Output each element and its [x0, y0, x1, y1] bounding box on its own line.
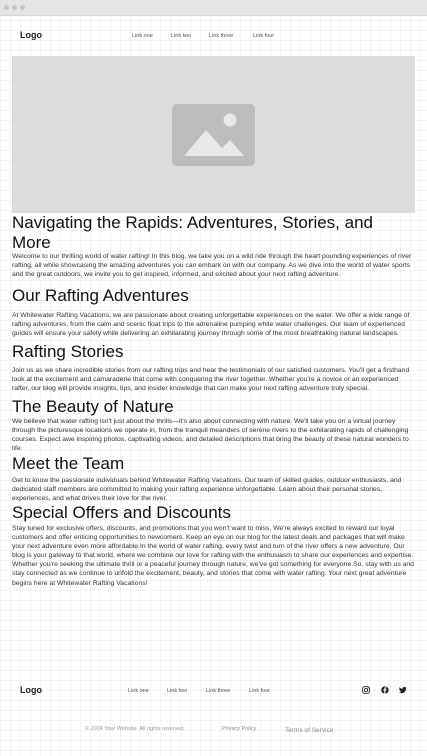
section-heading-stories: Rafting Stories — [12, 341, 124, 361]
site-header: Logo Link one Link two Link three Link f… — [0, 23, 427, 49]
footer-link-one[interactable]: Link one — [128, 688, 149, 694]
article-title: Navigating the Rapids: Adventures, Stori… — [12, 213, 373, 252]
section-heading-team: Meet the Team — [12, 454, 125, 474]
header-link-one[interactable]: Link one — [132, 33, 153, 39]
header-link-three[interactable]: Link three — [209, 33, 233, 39]
image-placeholder-icon — [172, 104, 255, 166]
header-logo[interactable]: Logo — [20, 30, 42, 40]
section-heading-nature: The Beauty of Nature — [12, 397, 174, 417]
footer-link-three[interactable]: Link three — [206, 688, 230, 694]
section-body-team: Get to know the passionate individuals b… — [12, 476, 402, 502]
window-dot-icon — [4, 5, 9, 10]
section-body-offers: Stay tuned for exclusive offers, discoun… — [12, 525, 414, 587]
header-link-two[interactable]: Link two — [171, 33, 191, 39]
footer-link-two[interactable]: Link two — [167, 688, 187, 694]
privacy-policy-link[interactable]: Privacy Policy — [222, 726, 256, 732]
section-body-adventures: At Whitewater Rafting Vacations, we are … — [12, 311, 410, 337]
browser-bar — [0, 0, 427, 16]
article: Navigating the Rapids: Adventures, Stori… — [12, 213, 415, 588]
window-dot-icon — [12, 5, 17, 10]
section-body-nature: We believe that water rafting isn't just… — [12, 418, 409, 453]
section-heading-adventures: Our Rafting Adventures — [12, 286, 189, 306]
instagram-icon[interactable] — [362, 686, 370, 694]
article-intro: Welcome to our thrilling world of water … — [12, 253, 412, 279]
terms-of-service-link[interactable]: Terms of Service — [285, 727, 333, 734]
section-heading-offers: Special Offers and Discounts — [12, 502, 231, 522]
section-body-stories: Join us as we share incredible stories f… — [12, 367, 410, 393]
footer-logo[interactable]: Logo — [20, 685, 42, 695]
twitter-icon[interactable] — [399, 686, 407, 694]
window-dot-icon — [20, 5, 25, 10]
header-link-four[interactable]: Link four — [253, 33, 274, 39]
footer-link-four[interactable]: Link four — [249, 688, 270, 694]
copyright-text: © 2024 Your Website. All rights reserved… — [85, 726, 185, 732]
facebook-icon[interactable] — [381, 686, 389, 694]
